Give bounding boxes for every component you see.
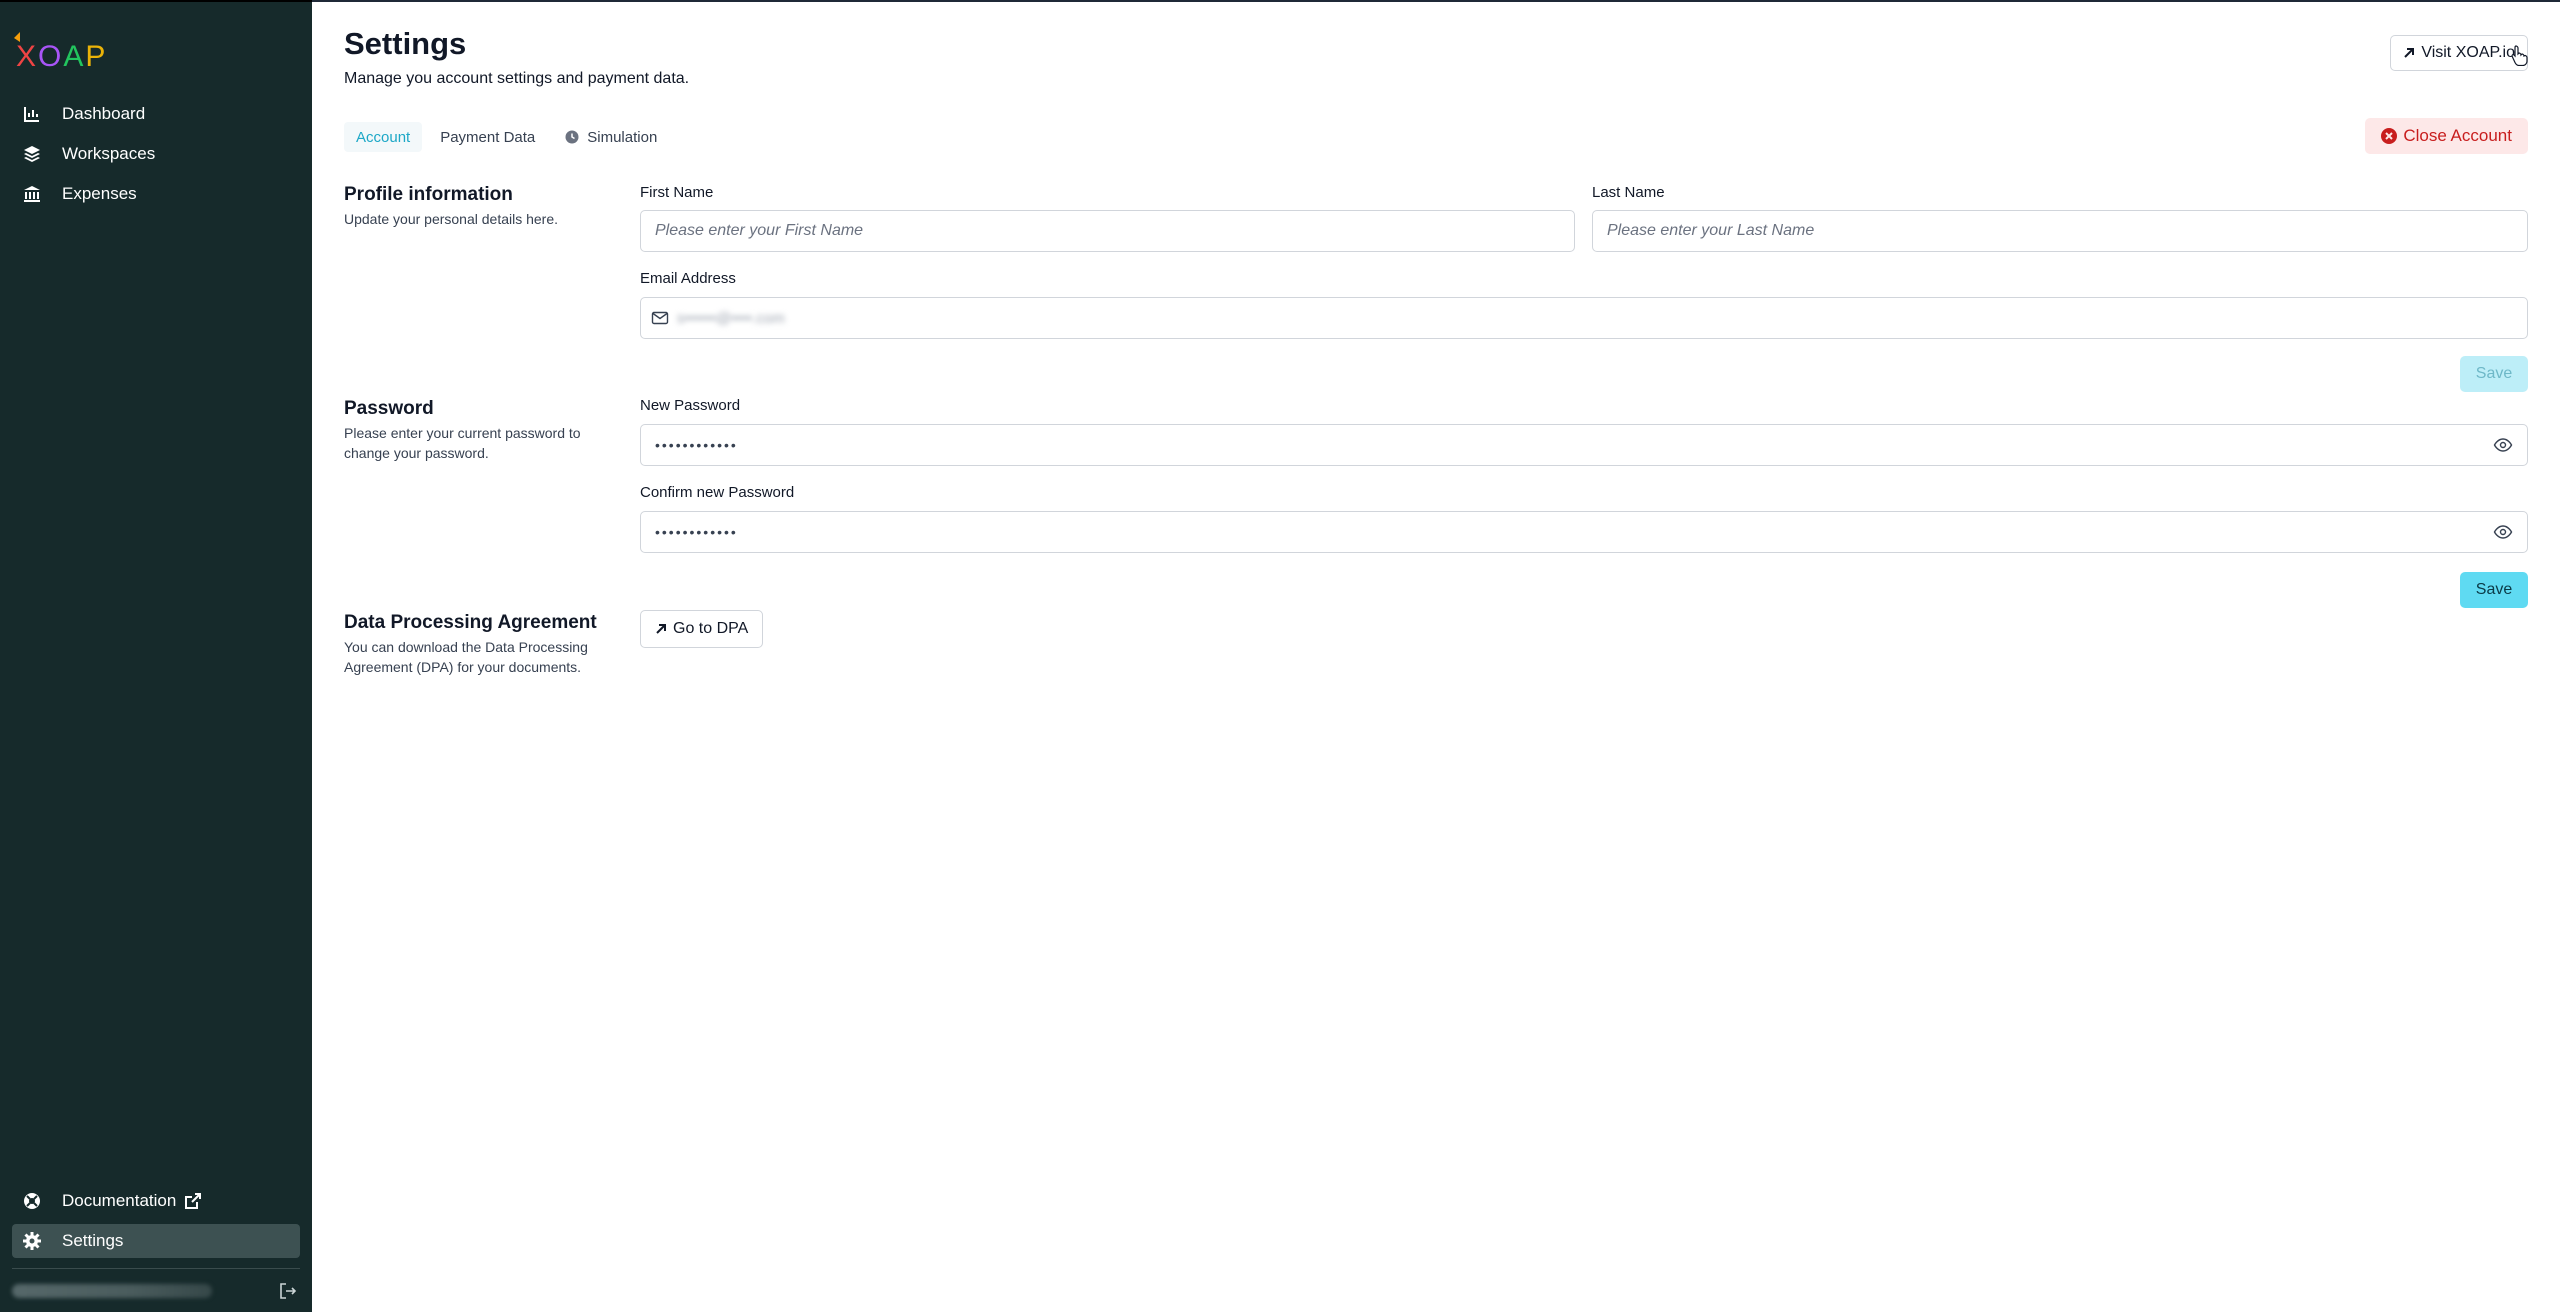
external-link-icon <box>184 1192 202 1210</box>
last-name-label: Last Name <box>1592 184 1665 201</box>
tab-account[interactable]: Account <box>344 122 423 152</box>
sidebar-item-expenses[interactable]: Expenses <box>12 177 300 211</box>
sidebar-item-label: Documentation <box>62 1191 177 1210</box>
sidebar-item-label: Settings <box>62 1231 124 1250</box>
page-title: Settings <box>344 26 467 61</box>
settings-tabs: Account Payment Data Simulation <box>344 122 669 152</box>
sidebar-item-settings[interactable]: Settings <box>12 1224 300 1258</box>
password-section-description: Please enter your current password to ch… <box>344 425 581 461</box>
tab-payment-data[interactable]: Payment Data <box>428 122 547 152</box>
password-section-title: Password <box>344 398 434 419</box>
bank-icon <box>22 184 42 204</box>
first-name-field[interactable] <box>640 210 1575 252</box>
close-account-label: Close Account <box>2403 126 2512 145</box>
profile-save-button[interactable]: Save <box>2460 356 2528 392</box>
confirm-password-field[interactable]: •••••••••••• <box>640 511 2528 553</box>
tab-label: Account <box>356 128 411 146</box>
svg-text:XOAP: XOAP <box>16 40 107 73</box>
dpa-section-title: Data Processing Agreement <box>344 612 597 633</box>
hand-cursor-icon <box>2511 45 2528 66</box>
sidebar-item-documentation[interactable]: Documentation <box>12 1184 300 1218</box>
new-password-value: •••••••••••• <box>655 437 738 453</box>
page-subtitle: Manage you account settings and payment … <box>344 70 690 87</box>
email-label: Email Address <box>640 270 736 287</box>
email-field[interactable]: s••••••@••••.com <box>640 297 2528 339</box>
sidebar-item-label: Dashboard <box>62 104 146 123</box>
go-to-dpa-button[interactable]: Go to DPA <box>640 610 764 648</box>
first-name-label: First Name <box>640 184 714 201</box>
profile-section-description: Update your personal details here. <box>344 211 559 227</box>
eye-icon[interactable] <box>2493 435 2513 455</box>
visit-xoap-label: Visit XOAP.io <box>2421 44 2515 61</box>
user-row <box>12 1276 300 1306</box>
chart-icon <box>22 104 42 124</box>
xoap-logo[interactable]: XOAP <box>12 32 116 74</box>
gear-icon <box>22 1231 42 1251</box>
sidebar-item-workspaces[interactable]: Workspaces <box>12 137 300 171</box>
sidebar: XOAP Dashboard Workspaces Expenses Docum… <box>0 0 312 1312</box>
tab-label: Simulation <box>587 128 658 146</box>
email-value-redacted: s••••••@••••.com <box>677 309 785 327</box>
tab-label: Payment Data <box>440 128 536 146</box>
new-password-label: New Password <box>640 397 741 414</box>
user-email-redacted <box>12 1284 212 1298</box>
first-name-input[interactable] <box>655 222 1560 240</box>
new-password-field[interactable]: •••••••••••• <box>640 424 2528 466</box>
tab-simulation[interactable]: Simulation <box>553 122 669 152</box>
arrow-up-right-icon <box>655 623 667 635</box>
sidebar-divider <box>12 1268 300 1269</box>
go-to-dpa-label: Go to DPA <box>673 620 749 637</box>
visit-xoap-button[interactable]: Visit XOAP.io <box>2390 35 2528 71</box>
profile-section-title: Profile information <box>344 184 513 205</box>
arrow-up-right-icon <box>2403 47 2415 59</box>
clock-icon <box>565 130 579 144</box>
sidebar-item-label: Workspaces <box>62 144 156 163</box>
mail-icon <box>651 311 669 325</box>
confirm-password-label: Confirm new Password <box>640 484 795 501</box>
last-name-field[interactable] <box>1592 210 2528 252</box>
sidebar-item-dashboard[interactable]: Dashboard <box>12 97 300 131</box>
last-name-input[interactable] <box>1607 222 2513 240</box>
eye-icon[interactable] <box>2493 522 2513 542</box>
password-save-button[interactable]: Save <box>2460 572 2528 608</box>
confirm-password-value: •••••••••••• <box>655 524 738 540</box>
layers-icon <box>22 144 42 164</box>
main-content: Settings Manage you account settings and… <box>312 0 2560 1312</box>
x-circle-icon <box>2381 128 2398 144</box>
logout-icon[interactable] <box>276 1279 300 1303</box>
help-circle-icon <box>22 1191 42 1211</box>
sidebar-item-label: Expenses <box>62 184 137 203</box>
close-account-button[interactable]: Close Account <box>2365 118 2528 154</box>
dpa-section-description: You can download the Data Processing Agr… <box>344 639 588 675</box>
